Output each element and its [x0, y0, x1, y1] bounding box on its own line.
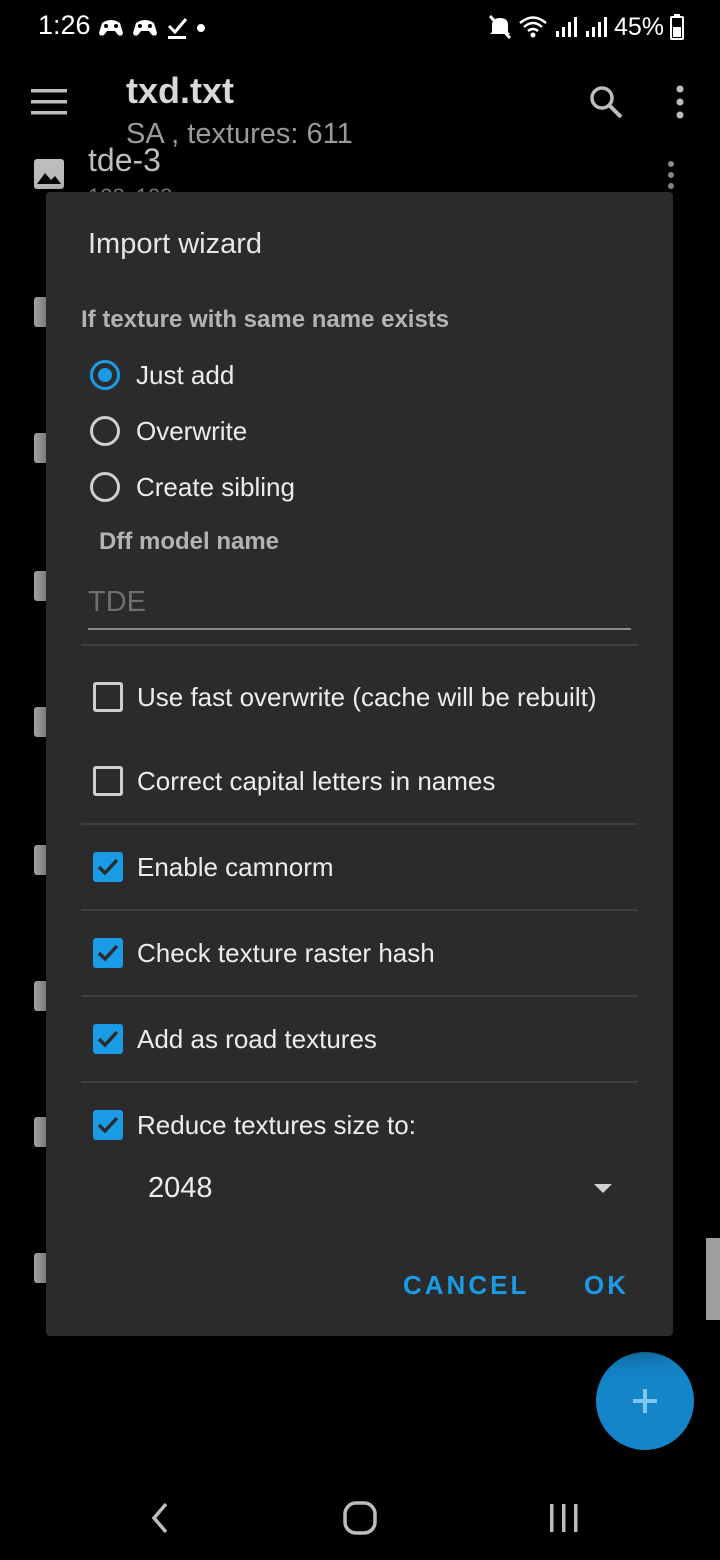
radio-create-sibling[interactable]: Create sibling — [90, 465, 295, 509]
divider — [81, 995, 638, 997]
radio-label: Just add — [136, 359, 235, 390]
checkbox[interactable] — [93, 766, 123, 796]
image-icon — [34, 159, 64, 189]
checkbox-raster-hash[interactable]: Check texture raster hash — [93, 931, 435, 975]
radio-overwrite[interactable]: Overwrite — [90, 409, 247, 453]
status-right: 45% — [488, 12, 684, 42]
checkbox[interactable] — [93, 852, 123, 882]
checkbox-label: Correct capital letters in names — [137, 765, 496, 796]
checkbox-label: Reduce textures size to: — [137, 1109, 416, 1140]
checkbox-label: Check texture raster hash — [137, 937, 435, 968]
more-vert-icon[interactable] — [664, 160, 678, 190]
radio-just-add[interactable]: Just add — [90, 353, 234, 397]
scrollbar[interactable] — [706, 1238, 720, 1320]
checkbox[interactable] — [93, 1024, 123, 1054]
checkbox-label: Enable camnorm — [137, 851, 334, 882]
radio-button[interactable] — [90, 472, 120, 502]
list-item-title: tde-3 — [88, 142, 161, 178]
import-wizard-dialog: Import wizard If texture with same name … — [46, 192, 673, 1336]
checkbox-correct-capitals[interactable]: Correct capital letters in names — [93, 759, 495, 803]
radio-button[interactable] — [90, 360, 120, 390]
battery-icon — [670, 14, 684, 40]
battery-percent: 45% — [613, 12, 664, 41]
app-title: txd.txt — [126, 70, 234, 111]
checkbox-label: Add as road textures — [137, 1023, 377, 1054]
radio-label: Create sibling — [136, 471, 295, 502]
check-icon — [97, 1030, 119, 1048]
nav-recents-icon[interactable] — [546, 1502, 582, 1534]
add-icon — [633, 1389, 657, 1413]
game-controller-icon — [99, 20, 123, 36]
download-done-icon — [167, 18, 188, 39]
ok-button[interactable]: OK — [584, 1270, 629, 1301]
divider — [81, 644, 638, 646]
dff-model-label: Dff model name — [99, 528, 280, 555]
signal-icon — [585, 17, 607, 37]
status-time: 1:26 — [38, 10, 91, 40]
checkbox-label: Use fast overwrite (cache will be rebuil… — [137, 681, 597, 712]
dropdown-arrow-icon — [594, 1184, 612, 1193]
checkbox-road-textures[interactable]: Add as road textures — [93, 1017, 377, 1061]
check-icon — [97, 858, 119, 876]
check-icon — [97, 1116, 119, 1134]
navigation-bar — [0, 1470, 720, 1560]
nav-home-icon[interactable] — [342, 1500, 378, 1536]
wifi-icon — [519, 16, 547, 38]
mute-icon — [488, 14, 512, 40]
add-fab-button[interactable] — [596, 1352, 694, 1450]
checkbox[interactable] — [93, 938, 123, 968]
more-vert-icon[interactable] — [670, 84, 690, 120]
check-icon — [97, 944, 119, 962]
app-bar: txd.txt SA , textures: 611 — [0, 54, 720, 154]
screen: 1:26 45% txd.txt SA , textures: 611 tde-… — [0, 0, 720, 1560]
radio-label: Overwrite — [136, 415, 248, 446]
dff-model-input[interactable] — [88, 576, 631, 630]
section-label: If texture with same name exists — [81, 306, 450, 333]
game-controller-icon — [133, 20, 157, 36]
texture-size-select[interactable]: 2048 — [148, 1162, 618, 1218]
status-bar: 1:26 45% — [0, 0, 720, 54]
radio-button[interactable] — [90, 416, 120, 446]
status-notifications — [98, 14, 206, 42]
select-value: 2048 — [148, 1172, 213, 1204]
checkbox[interactable] — [93, 682, 123, 712]
divider — [81, 909, 638, 911]
menu-icon[interactable] — [31, 88, 67, 116]
dialog-title: Import wizard — [88, 228, 263, 260]
checkbox-enable-camnorm[interactable]: Enable camnorm — [93, 845, 334, 889]
nav-back-icon[interactable] — [146, 1500, 174, 1536]
checkbox-reduce-size[interactable]: Reduce textures size to: — [93, 1103, 416, 1147]
dot-icon — [197, 24, 205, 32]
checkbox[interactable] — [93, 1110, 123, 1140]
divider — [81, 823, 638, 825]
divider — [81, 1081, 638, 1083]
search-icon[interactable] — [588, 84, 624, 120]
cancel-button[interactable]: CANCEL — [403, 1270, 529, 1301]
checkbox-fast-overwrite[interactable]: Use fast overwrite (cache will be rebuil… — [93, 675, 597, 719]
signal-icon — [555, 17, 577, 37]
